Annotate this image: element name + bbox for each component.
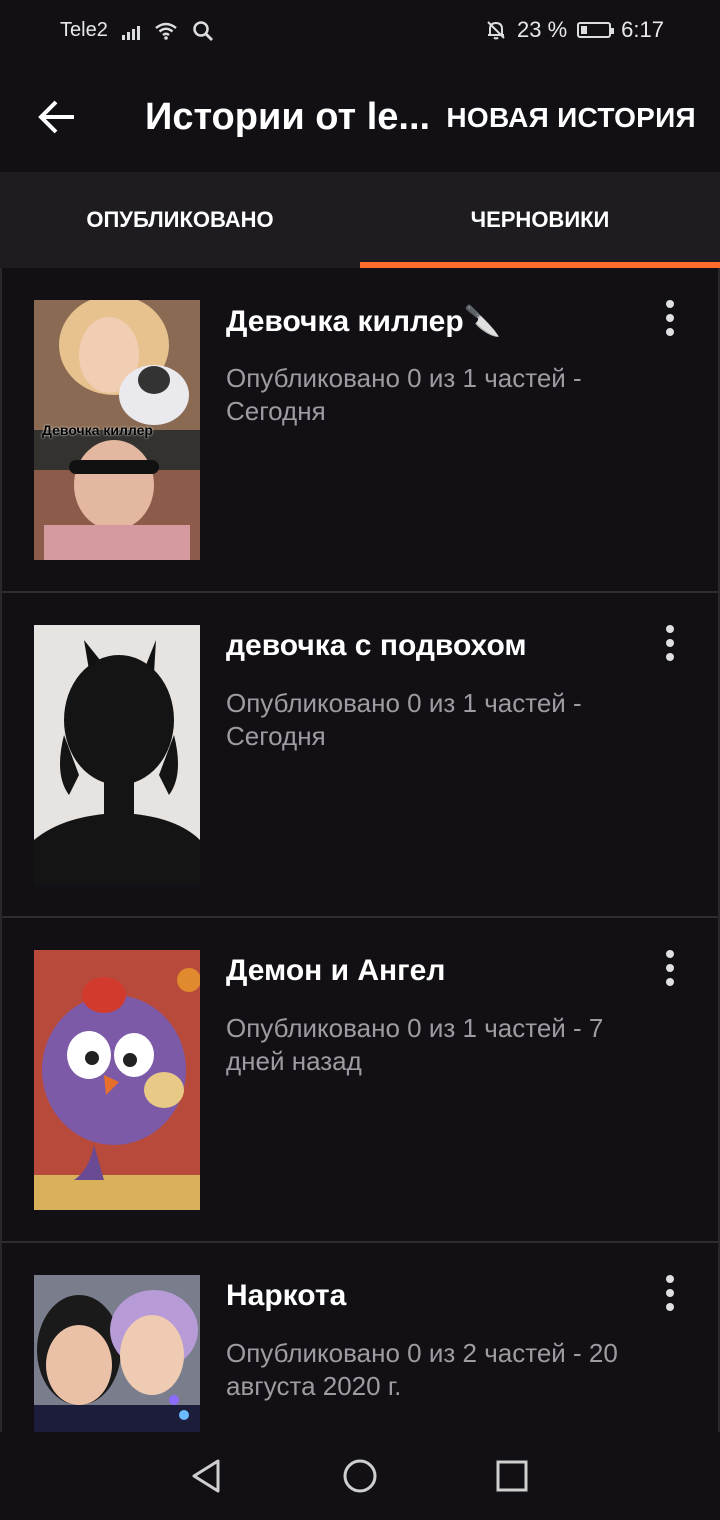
story-cover-image [34, 1275, 200, 1432]
wifi-icon [155, 22, 177, 40]
search-icon [193, 20, 213, 41]
clock: 6:17 [621, 17, 664, 42]
tab-drafts[interactable]: ЧЕРНОВИКИ [360, 172, 720, 268]
new-story-button[interactable]: НОВАЯ ИСТОРИЯ [446, 102, 696, 134]
story-item[interactable]: Демон и Ангел Опубликовано 0 из 1 частей… [0, 918, 720, 1243]
story-cover-image [34, 950, 200, 1210]
more-options-button[interactable] [662, 1275, 678, 1311]
system-nav-bar [0, 1432, 720, 1520]
story-title: девочка с подвохом [226, 629, 527, 662]
carrier-label: Tele2 [60, 19, 108, 41]
arrow-left-icon [38, 100, 74, 134]
story-meta: Опубликовано 0 из 1 частей - 7 дней наза… [226, 1013, 604, 1076]
story-title: Демон и Ангел [226, 954, 446, 987]
status-bar: Tele2 23 % 6:17 [0, 0, 720, 62]
story-item[interactable]: Девочка киллер Девочка киллер🔪 Опубликов… [0, 268, 720, 593]
cover-caption: Девочка киллер [42, 422, 153, 438]
story-list: Девочка киллер Девочка киллер🔪 Опубликов… [0, 268, 720, 1432]
battery-percent: 23 % [517, 17, 568, 42]
story-cover-image [34, 625, 200, 885]
nav-home-button[interactable] [340, 1456, 380, 1496]
story-meta: Опубликовано 0 из 1 частей - Сегодня [226, 363, 582, 426]
story-meta: Опубликовано 0 из 1 частей - Сегодня [226, 688, 582, 751]
tab-published[interactable]: ОПУБЛИКОВАНО [0, 172, 360, 268]
more-options-button[interactable] [662, 950, 678, 986]
more-options-button[interactable] [662, 625, 678, 661]
tab-bar: ОПУБЛИКОВАНО ЧЕРНОВИКИ [0, 172, 720, 268]
story-title: Девочка киллер🔪 [226, 305, 502, 338]
story-title: Наркота [226, 1279, 347, 1312]
circle-home-icon [343, 1459, 377, 1493]
back-button[interactable] [32, 92, 82, 142]
nav-recents-button[interactable] [492, 1456, 532, 1496]
app-bar: Истории от le... НОВАЯ ИСТОРИЯ [0, 62, 720, 172]
square-recents-icon [496, 1460, 528, 1492]
nav-back-button[interactable] [186, 1456, 226, 1496]
battery-icon [577, 22, 615, 38]
story-item[interactable]: девочка с подвохом Опубликовано 0 из 1 ч… [0, 593, 720, 918]
story-item[interactable]: Наркота Опубликовано 0 из 2 частей - 20 … [0, 1243, 720, 1432]
story-meta: Опубликовано 0 из 2 частей - 20 августа … [226, 1338, 618, 1401]
signal-icon [121, 22, 140, 40]
bell-off-icon [487, 21, 505, 40]
triangle-back-icon [192, 1459, 220, 1493]
more-options-button[interactable] [662, 300, 678, 336]
story-cover-image: Девочка киллер [34, 300, 200, 560]
page-title: Истории от le... [145, 96, 431, 138]
